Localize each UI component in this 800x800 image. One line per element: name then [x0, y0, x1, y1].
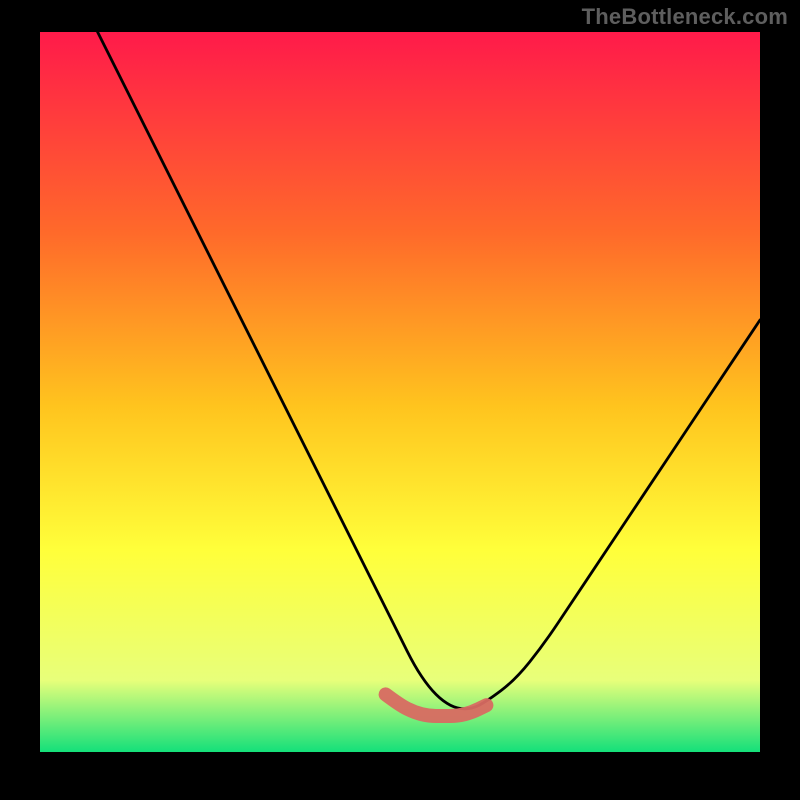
gradient-background	[40, 32, 760, 752]
bottleneck-chart	[40, 32, 760, 752]
watermark-text: TheBottleneck.com	[582, 4, 788, 30]
chart-container: TheBottleneck.com	[0, 0, 800, 800]
plot-area	[40, 32, 760, 752]
